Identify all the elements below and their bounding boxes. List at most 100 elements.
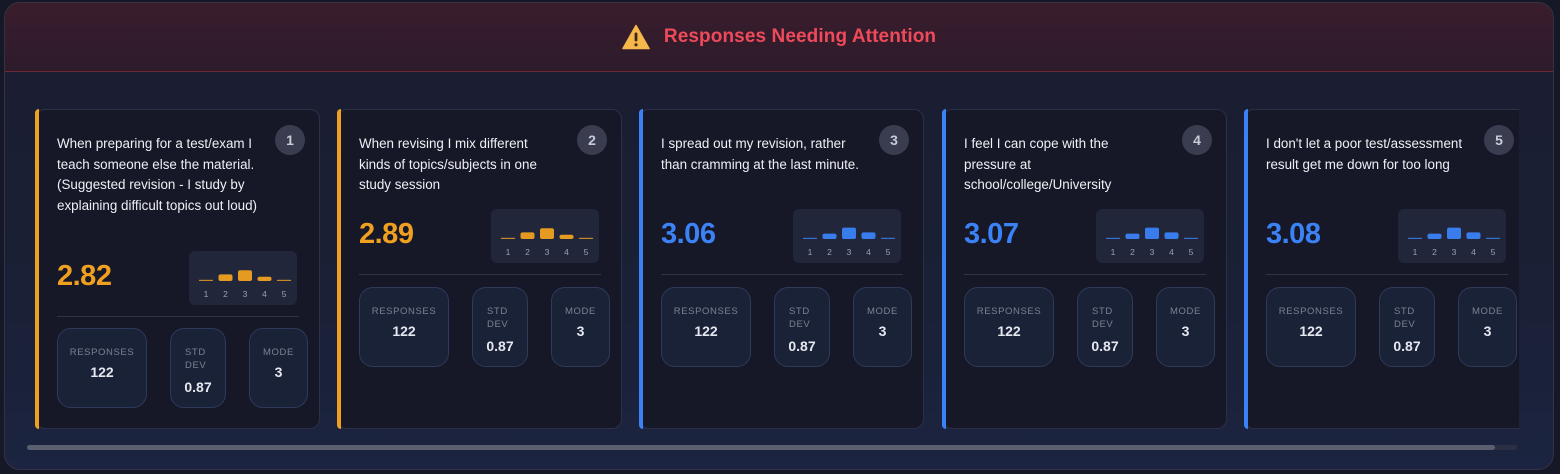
distribution-bar <box>1408 237 1422 239</box>
distribution-bar <box>559 234 574 239</box>
card-divider <box>359 274 601 275</box>
distribution-tick-label: 1 <box>506 247 511 257</box>
mode-stat: MODE 3 <box>1458 287 1517 367</box>
distribution-chart: 1 2 3 4 5 <box>491 209 599 263</box>
distribution-bar <box>1125 233 1140 239</box>
distribution-bar <box>1466 232 1481 239</box>
attention-panel: Responses Needing Attention When prepari… <box>4 2 1554 470</box>
distribution-svg: 1 2 3 4 5 <box>1106 227 1198 257</box>
mode-label: MODE <box>565 306 596 317</box>
question-card[interactable]: I spread out my revision, rather than cr… <box>639 109 924 429</box>
std-dev-label: STD DEV <box>1092 306 1114 330</box>
distribution-bar <box>501 237 515 239</box>
distribution-bar <box>218 274 233 281</box>
std-dev-stat: STD DEV 0.87 <box>472 287 528 367</box>
distribution-tick-label: 5 <box>886 247 891 257</box>
distribution-bar <box>199 279 213 281</box>
distribution-svg: 1 2 3 4 5 <box>501 228 593 257</box>
std-dev-label: STD DEV <box>789 306 811 330</box>
question-text: When revising I mix different kinds of t… <box>359 136 537 193</box>
panel-header: Responses Needing Attention <box>5 3 1553 72</box>
distribution-chart: 1 2 3 4 5 <box>1096 209 1204 263</box>
distribution-tick-label: 5 <box>1189 247 1194 257</box>
responses-stat: RESPONSES 122 <box>1266 287 1356 367</box>
distribution-bar <box>579 237 593 239</box>
mode-value: 3 <box>878 323 887 339</box>
distribution-bar <box>1447 227 1461 239</box>
std-dev-label: STD DEV <box>1394 306 1416 330</box>
distribution-tick-label: 3 <box>1452 247 1457 257</box>
question-card[interactable]: I feel I can cope with the pressure at s… <box>942 109 1227 429</box>
scrollbar-thumb[interactable] <box>27 445 1495 450</box>
cards-scroller[interactable]: When preparing for a test/exam I teach s… <box>35 109 1519 431</box>
distribution-tick-label: 4 <box>866 247 871 257</box>
std-dev-label: STD DEV <box>185 347 207 371</box>
distribution-tick-label: 3 <box>847 247 852 257</box>
distribution-tick-label: 2 <box>1130 247 1135 257</box>
question-card[interactable]: I don't let a poor test/assessment resul… <box>1244 109 1519 429</box>
distribution-tick-label: 5 <box>1491 247 1496 257</box>
distribution-tick-label: 1 <box>204 289 209 299</box>
distribution-tick-label: 1 <box>808 247 813 257</box>
std-dev-label: STD DEV <box>487 306 509 330</box>
distribution-bar <box>1145 227 1159 239</box>
std-dev-stat: STD DEV 0.87 <box>774 287 830 367</box>
responses-stat: RESPONSES 122 <box>661 287 751 367</box>
responses-value: 122 <box>392 323 416 339</box>
average-score: 3.08 <box>1266 218 1321 250</box>
mode-stat: MODE 3 <box>551 287 610 367</box>
mode-value: 3 <box>274 364 283 380</box>
average-score: 3.07 <box>964 218 1019 250</box>
distribution-chart: 1 2 3 4 5 <box>793 209 901 263</box>
distribution-svg: 1 2 3 4 5 <box>803 227 895 257</box>
distribution-tick-label: 4 <box>262 289 267 299</box>
responses-value: 122 <box>1299 323 1323 339</box>
distribution-tick-label: 4 <box>564 247 569 257</box>
mode-stat: MODE 3 <box>1156 287 1215 367</box>
average-score: 3.06 <box>661 218 716 250</box>
distribution-tick-label: 3 <box>243 289 248 299</box>
mode-value: 3 <box>1483 323 1492 339</box>
responses-value: 122 <box>90 364 114 380</box>
distribution-tick-label: 5 <box>584 247 589 257</box>
std-dev-stat: STD DEV 0.87 <box>1077 287 1133 367</box>
card-divider <box>661 274 903 275</box>
distribution-tick-label: 2 <box>525 247 530 257</box>
std-dev-stat: STD DEV 0.87 <box>1379 287 1435 367</box>
distribution-bar <box>520 232 535 239</box>
question-card[interactable]: When preparing for a test/exam I teach s… <box>35 109 320 429</box>
card-divider <box>964 274 1206 275</box>
question-text: I spread out my revision, rather than cr… <box>661 136 859 172</box>
mode-label: MODE <box>867 306 898 317</box>
responses-label: RESPONSES <box>1278 306 1344 317</box>
responses-stat: RESPONSES 122 <box>57 328 147 408</box>
panel-title: Responses Needing Attention <box>663 26 937 47</box>
question-card[interactable]: When revising I mix different kinds of t… <box>337 109 622 429</box>
std-dev-stat: STD DEV 0.87 <box>170 328 226 408</box>
distribution-tick-label: 2 <box>1432 247 1437 257</box>
std-dev-value: 0.87 <box>1091 338 1119 354</box>
mode-value: 3 <box>576 323 585 339</box>
mode-label: MODE <box>263 347 294 358</box>
mode-stat: MODE 3 <box>853 287 912 367</box>
horizontal-scrollbar[interactable] <box>27 445 1517 450</box>
responses-stat: RESPONSES 122 <box>359 287 449 367</box>
distribution-bar <box>1427 233 1442 239</box>
distribution-bar <box>1486 237 1500 239</box>
distribution-tick-label: 3 <box>1150 247 1155 257</box>
responses-label: RESPONSES <box>371 306 437 317</box>
warning-icon <box>622 24 650 50</box>
responses-value: 122 <box>997 323 1021 339</box>
distribution-svg: 1 2 3 4 5 <box>1408 227 1500 257</box>
mode-value: 3 <box>1181 323 1190 339</box>
distribution-bar <box>861 232 876 239</box>
distribution-tick-label: 5 <box>282 289 287 299</box>
std-dev-value: 0.87 <box>486 338 514 354</box>
distribution-tick-label: 2 <box>827 247 832 257</box>
responses-value: 122 <box>694 323 718 339</box>
mode-label: MODE <box>1170 306 1201 317</box>
distribution-bar <box>842 227 856 239</box>
distribution-svg: 1 2 3 4 5 <box>199 270 291 299</box>
distribution-bar <box>238 270 252 281</box>
question-text: I don't let a poor test/assessment resul… <box>1266 136 1463 172</box>
